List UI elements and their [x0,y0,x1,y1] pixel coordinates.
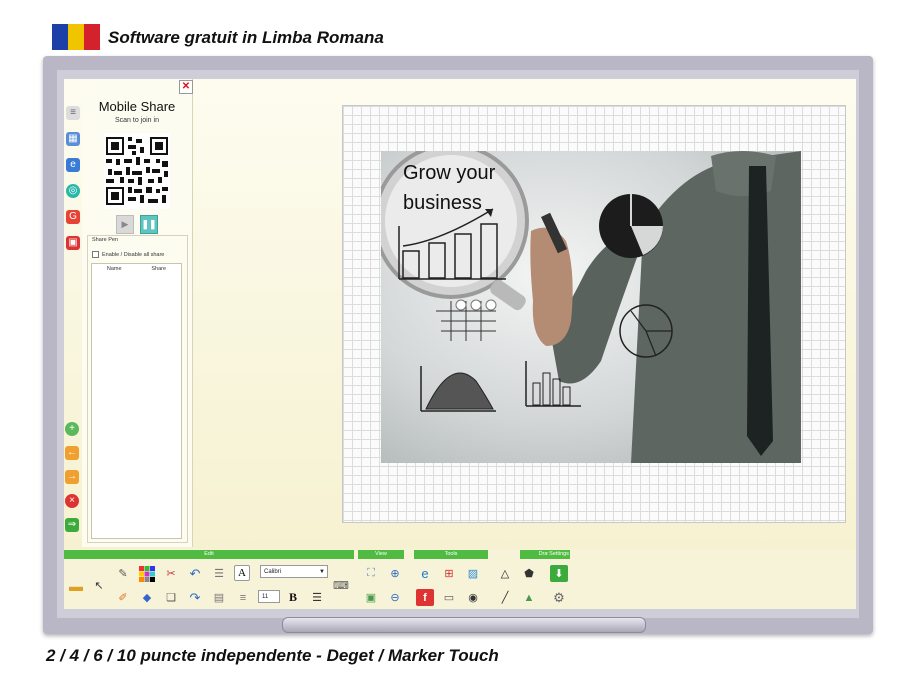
side-icon-strip-lower: + ← → × ⇒ [64,414,80,544]
column-share: Share [151,266,167,272]
color-palette-icon[interactable] [138,565,156,582]
whiteboard-screen: ≡ ▦ e ◎ G ▣ + ← → × ⇒ ✕ Mobile Share Sca… [64,79,856,609]
cursor-icon[interactable]: ↖ [90,577,108,594]
toolbar-group-tools: Tools [414,550,488,559]
footer-caption: 2 / 4 / 6 / 10 puncte independente - Deg… [46,646,499,665]
play-button[interactable]: ▶ [116,215,134,234]
add-icon[interactable]: + [65,422,79,436]
page-view-icon[interactable]: ▣ [362,589,380,606]
delete-icon[interactable]: × [65,494,79,508]
forward-icon[interactable]: → [65,470,79,484]
browser-icon[interactable]: e [66,158,80,172]
marker-icon[interactable]: ✐ [114,589,132,606]
triangle-icon[interactable]: △ [496,565,514,582]
image-icon[interactable]: ▨ [464,565,482,582]
align-left-icon[interactable]: ☰ [308,589,326,606]
redo-icon[interactable]: ↷ [186,589,204,606]
toolbox-icon[interactable]: ▣ [66,236,80,250]
google-icon[interactable]: G [66,210,80,224]
line-icon[interactable]: ╱ [496,589,514,606]
eraser-icon[interactable]: ◆ [138,589,156,606]
pause-button[interactable]: ❚❚ [140,215,158,234]
side-icon-strip: ≡ ▦ e ◎ G ▣ [64,97,82,277]
copy-icon[interactable]: ❏ [162,589,180,606]
pen-icon[interactable]: ✎ [114,565,132,582]
svg-text:Grow your: Grow your [403,162,496,184]
camera-icon[interactable]: ◉ [464,589,482,606]
font-family-select[interactable]: Calibri ▼ [260,565,328,578]
list-icon[interactable]: ≡ [66,106,80,120]
align-icon[interactable]: ≡ [234,589,252,606]
share-list-header: Name Share [92,264,181,274]
enable-all-share-checkbox[interactable]: Enable / Disable all share [92,251,164,258]
close-icon[interactable]: ✕ [179,80,193,94]
panel-subtitle: Scan to join in [115,117,159,124]
text-tool-icon[interactable]: A [234,565,250,581]
font-size-value: 11 [262,594,269,600]
checkbox-icon[interactable] [92,251,99,258]
svg-text:business: business [403,192,482,214]
flash-icon[interactable]: f [416,589,434,606]
romanian-flag-icon [52,24,100,50]
chevron-down-icon: ▼ [319,569,325,575]
keyboard-icon[interactable]: ⌨ [332,577,350,594]
lines-icon[interactable]: ☰ [210,565,228,582]
panel-title: Mobile Share [98,99,176,114]
share-list[interactable]: Name Share [91,263,182,539]
bold-button[interactable]: B [284,589,302,606]
back-icon[interactable]: ← [65,446,79,460]
zoom-out-icon[interactable]: ⊖ [386,589,404,606]
arrow-right-icon[interactable]: ⇒ [65,518,79,532]
enable-all-share-label: Enable / Disable all share [102,251,165,258]
app-icon[interactable]: ◎ [66,184,80,198]
gear-icon[interactable]: ⚙ [550,589,568,606]
toolbar-group-view: View [358,550,404,559]
toolbar-group-settings: Settings [548,550,570,559]
fit-screen-icon[interactable]: ⛶ [362,565,380,582]
qr-code [104,133,170,209]
gallery-icon[interactable]: ▦ [66,132,80,146]
font-family-value: Calibri [264,569,282,575]
zoom-in-icon[interactable]: ⊕ [386,565,404,582]
page-title: Software gratuit in Limba Romana [108,28,384,47]
toolbar-group-edit: Edit [64,550,354,559]
scissors-icon[interactable]: ✂ [162,565,180,582]
pentagon-icon[interactable]: ⬟ [520,565,538,582]
business-image[interactable]: Grow your business [381,151,801,463]
shapes-icon[interactable]: ▲ [520,589,538,606]
screenshot-icon[interactable]: ⊞ [440,565,458,582]
undo-icon[interactable]: ↶ [186,565,204,582]
screen-capture-icon[interactable]: ▭ [440,589,458,606]
paste-icon[interactable]: ▤ [210,589,228,606]
marker-tray [282,617,646,633]
internet-explorer-icon[interactable]: e [416,565,434,582]
folder-icon[interactable]: ▬ [67,577,85,594]
share-pen-label: Share Pen [92,237,118,243]
column-name: Name [106,266,122,272]
font-size-select[interactable]: 11 [258,590,280,603]
download-icon[interactable]: ⬇ [550,565,568,582]
